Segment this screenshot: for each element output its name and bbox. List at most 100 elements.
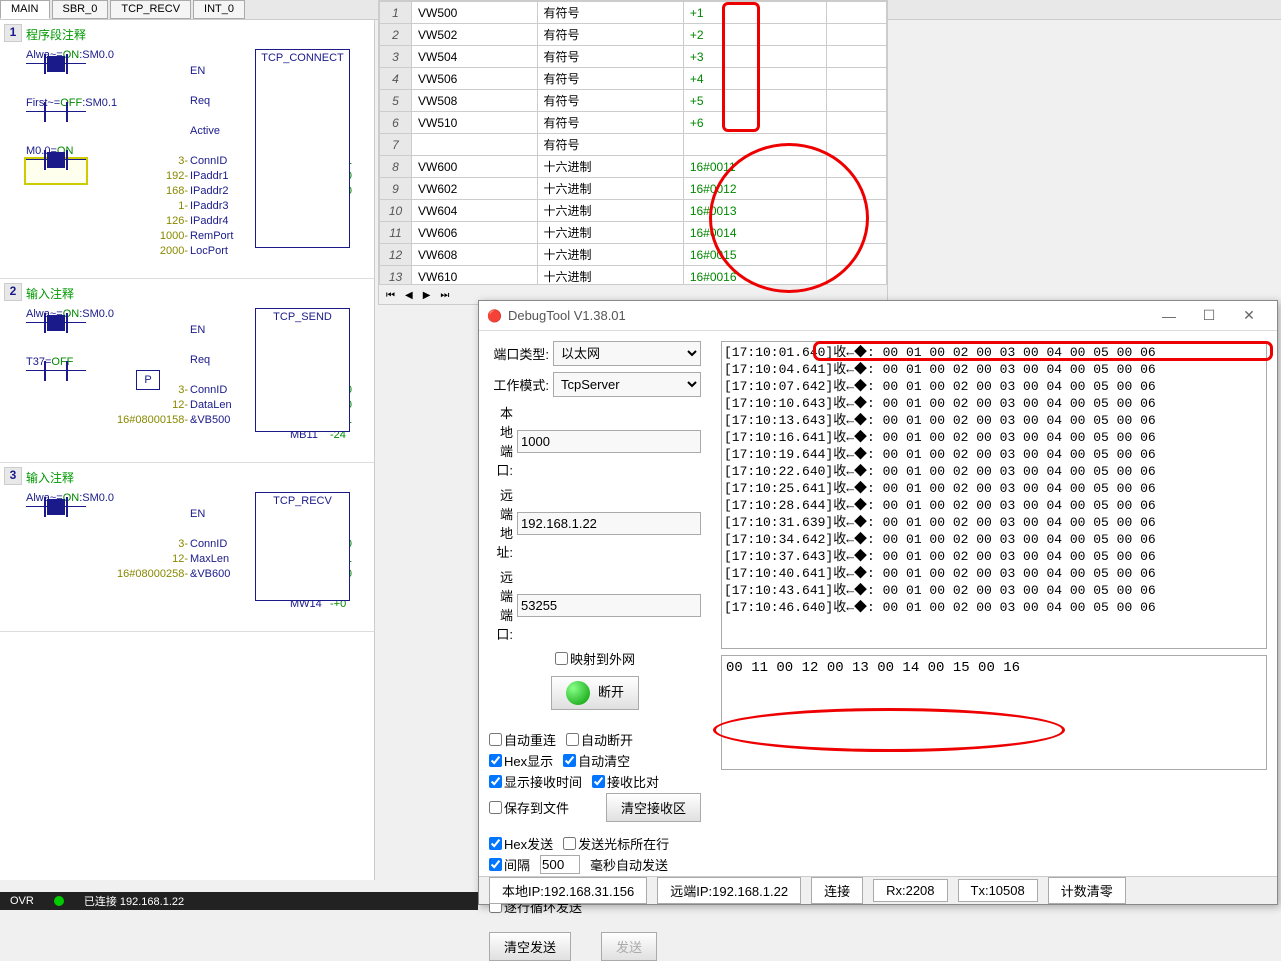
remote-addr-input[interactable] — [517, 512, 701, 535]
function-block[interactable]: TCP_CONNECT — [255, 49, 350, 248]
minimize-icon[interactable]: — — [1149, 308, 1189, 324]
addr-cell[interactable]: VW606 — [412, 222, 538, 244]
close-icon[interactable]: ✕ — [1229, 307, 1269, 324]
clear-count-button[interactable]: 计数清零 — [1048, 877, 1126, 904]
table-row[interactable]: 2VW502有符号+2 — [380, 24, 887, 46]
table-row[interactable]: 3VW504有符号+3 — [380, 46, 887, 68]
format-cell[interactable]: 有符号 — [537, 46, 683, 68]
clear-recv-button[interactable]: 清空接收区 — [606, 793, 701, 822]
tab-int0[interactable]: INT_0 — [193, 0, 245, 19]
format-cell[interactable]: 有符号 — [537, 134, 683, 156]
addr-cell[interactable]: VW602 — [412, 178, 538, 200]
table-row[interactable]: 8VW600十六进制16#0011 — [380, 156, 887, 178]
disconnect-button[interactable]: 断开 — [551, 676, 639, 710]
hex-send-checkbox[interactable] — [489, 837, 502, 850]
nav-next-icon[interactable]: ▶ — [420, 290, 434, 301]
maximize-icon[interactable]: ☐ — [1189, 307, 1229, 324]
format-cell[interactable]: 有符号 — [537, 90, 683, 112]
recv-log[interactable]: [17:10:01.640]收←◆: 00 01 00 02 00 03 00 … — [721, 341, 1267, 649]
clear-send-button[interactable]: 清空发送 — [489, 932, 571, 961]
value-cell[interactable]: 16#0016 — [683, 266, 826, 285]
rung-comment[interactable]: 程序段注释 — [26, 24, 370, 49]
table-row[interactable]: 9VW602十六进制16#0012 — [380, 178, 887, 200]
tab-main[interactable]: MAIN — [0, 0, 50, 19]
tab-sbr0[interactable]: SBR_0 — [52, 0, 109, 19]
table-row[interactable]: 4VW506有符号+4 — [380, 68, 887, 90]
contact-symbol[interactable] — [26, 506, 86, 530]
contact-symbol[interactable] — [26, 370, 86, 394]
format-cell[interactable]: 十六进制 — [537, 156, 683, 178]
addr-cell[interactable]: VW502 — [412, 24, 538, 46]
local-port-input[interactable] — [517, 430, 701, 453]
ladder-editor[interactable]: 1程序段注释Alwa~=ON:SM0.0First~=OFF:SM0.1M0.0… — [0, 20, 375, 880]
table-row[interactable]: 11VW606十六进制16#0014 — [380, 222, 887, 244]
auto-disconnect-checkbox[interactable] — [566, 733, 579, 746]
addr-cell[interactable]: VW500 — [412, 2, 538, 24]
addr-cell[interactable]: VW600 — [412, 156, 538, 178]
format-cell[interactable]: 十六进制 — [537, 200, 683, 222]
value-cell[interactable]: 16#0014 — [683, 222, 826, 244]
auto-clear-checkbox[interactable] — [563, 754, 576, 767]
watch-table[interactable]: 1VW500有符号+12VW502有符号+23VW504有符号+34VW506有… — [378, 0, 888, 305]
format-cell[interactable]: 有符号 — [537, 2, 683, 24]
rung-comment[interactable]: 输入注释 — [26, 467, 370, 492]
port-type-select[interactable]: 以太网 — [553, 341, 701, 366]
nav-first-icon[interactable]: ⏮ — [383, 290, 398, 301]
rung[interactable]: 1程序段注释Alwa~=ON:SM0.0First~=OFF:SM0.1M0.0… — [0, 20, 374, 279]
titlebar[interactable]: 🔴 DebugTool V1.38.01 — ☐ ✕ — [479, 301, 1277, 331]
addr-cell[interactable]: VW610 — [412, 266, 538, 285]
format-cell[interactable]: 十六进制 — [537, 178, 683, 200]
addr-cell[interactable]: VW608 — [412, 244, 538, 266]
contact-symbol[interactable] — [26, 111, 86, 135]
table-row[interactable]: 12VW608十六进制16#0015 — [380, 244, 887, 266]
tab-tcp-recv[interactable]: TCP_RECV — [110, 0, 191, 19]
nav-prev-icon[interactable]: ◀ — [402, 290, 416, 301]
work-mode-select[interactable]: TcpServer — [553, 372, 701, 397]
hex-display-checkbox[interactable] — [489, 754, 502, 767]
addr-cell[interactable]: VW510 — [412, 112, 538, 134]
auto-reconnect-checkbox[interactable] — [489, 733, 502, 746]
rung[interactable]: 3输入注释Alwa~=ON:SM0.0EN3-ConnIDM5.0-2#012-… — [0, 463, 374, 632]
save-file-checkbox[interactable] — [489, 801, 502, 814]
map-external-checkbox[interactable] — [555, 652, 568, 665]
addr-cell[interactable]: VW604 — [412, 200, 538, 222]
contact-symbol[interactable] — [26, 63, 86, 87]
addr-cell[interactable] — [412, 134, 538, 156]
value-cell[interactable]: 16#0015 — [683, 244, 826, 266]
format-cell[interactable]: 十六进制 — [537, 222, 683, 244]
addr-cell[interactable]: VW504 — [412, 46, 538, 68]
table-row[interactable]: 7有符号 — [380, 134, 887, 156]
addr-cell[interactable]: VW506 — [412, 68, 538, 90]
addr-cell[interactable]: VW508 — [412, 90, 538, 112]
value-cell[interactable]: 16#0012 — [683, 178, 826, 200]
table-row[interactable]: 6VW510有符号+6 — [380, 112, 887, 134]
format-cell[interactable]: 有符号 — [537, 68, 683, 90]
send-button[interactable]: 发送 — [601, 932, 657, 961]
interval-checkbox[interactable] — [489, 858, 502, 871]
send-textarea[interactable]: 00 11 00 12 00 13 00 14 00 15 00 16 — [721, 655, 1267, 770]
recv-compare-checkbox[interactable] — [592, 775, 605, 788]
value-cell[interactable]: 16#0013 — [683, 200, 826, 222]
connect-button[interactable]: 连接 — [811, 877, 863, 904]
value-cell[interactable]: 16#0011 — [683, 156, 826, 178]
table-row[interactable]: 13VW610十六进制16#0016 — [380, 266, 887, 285]
table-row[interactable]: 1VW500有符号+1 — [380, 2, 887, 24]
format-cell[interactable]: 有符号 — [537, 24, 683, 46]
interval-input[interactable] — [540, 855, 580, 874]
send-cursor-checkbox[interactable] — [563, 837, 576, 850]
function-block[interactable]: TCP_RECV — [255, 492, 350, 601]
table-row[interactable]: 10VW604十六进制16#0013 — [380, 200, 887, 222]
value-cell[interactable] — [683, 134, 826, 156]
function-block[interactable]: TCP_SEND — [255, 308, 350, 432]
contact-symbol[interactable] — [26, 159, 86, 183]
format-cell[interactable]: 有符号 — [537, 112, 683, 134]
format-cell[interactable]: 十六进制 — [537, 266, 683, 285]
contact-symbol[interactable] — [26, 322, 86, 346]
show-time-checkbox[interactable] — [489, 775, 502, 788]
nav-last-icon[interactable]: ⏭ — [437, 290, 452, 301]
table-row[interactable]: 5VW508有符号+5 — [380, 90, 887, 112]
rung-comment[interactable]: 输入注释 — [26, 283, 370, 308]
remote-port-input[interactable] — [517, 594, 701, 617]
format-cell[interactable]: 十六进制 — [537, 244, 683, 266]
rung[interactable]: 2输入注释Alwa~=ON:SM0.0T37=OFFPENReq3-ConnID… — [0, 279, 374, 463]
